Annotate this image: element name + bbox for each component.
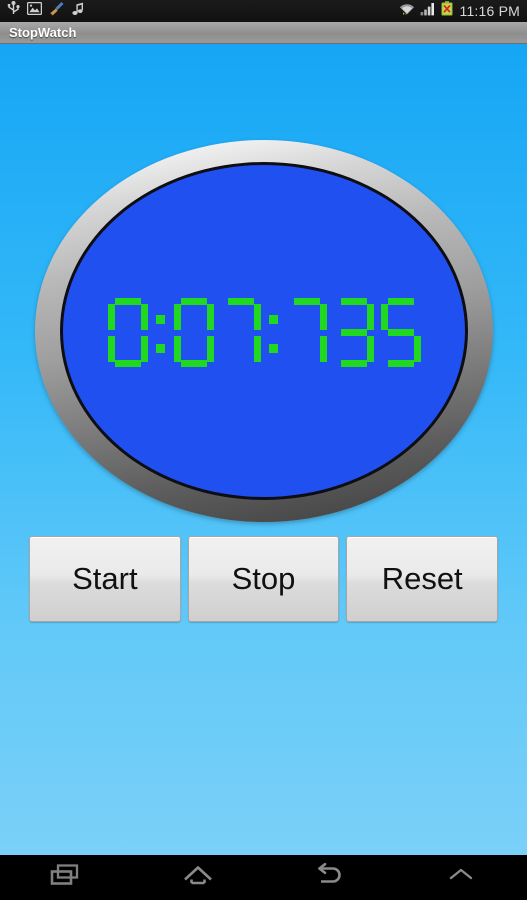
status-bar: 11:16 PM	[0, 0, 527, 22]
segment-f	[173, 304, 181, 330]
colon-dot-bottom	[155, 344, 165, 353]
chevron-up-icon	[444, 861, 478, 894]
segment-f	[287, 304, 294, 330]
segment-g	[294, 329, 320, 336]
recents-icon	[49, 861, 83, 894]
segment-g	[387, 329, 414, 336]
wifi-icon	[399, 1, 415, 21]
segment-d	[228, 360, 254, 367]
segment-c	[140, 336, 148, 362]
broom-cleaner-icon	[49, 1, 65, 21]
recents-button[interactable]	[0, 855, 132, 900]
status-bar-left-icons	[7, 1, 85, 21]
segment-b	[414, 304, 421, 330]
segment-f	[334, 304, 341, 330]
digit-minutes-tens	[173, 298, 214, 368]
segment-g	[340, 329, 367, 336]
action-bar: StopWatch	[0, 22, 527, 44]
segment-d	[340, 360, 367, 367]
segment-d	[294, 360, 320, 367]
digit-minutes-ones	[221, 298, 261, 368]
reset-button[interactable]: Reset	[346, 536, 499, 622]
segment-d	[387, 360, 414, 367]
segment-f	[221, 304, 228, 330]
back-button[interactable]	[264, 855, 396, 900]
colon-dot-top	[155, 315, 165, 324]
segment-d	[114, 360, 141, 367]
back-icon	[312, 861, 346, 894]
status-bar-clock: 11:16 PM	[459, 3, 520, 19]
segment-c	[319, 336, 327, 362]
start-button[interactable]: Start	[29, 536, 181, 622]
signal-bars-icon	[420, 2, 436, 21]
separator-colon-2	[268, 298, 280, 368]
segment-a	[387, 298, 414, 305]
segment-g	[115, 329, 141, 336]
segment-a	[340, 298, 367, 305]
segment-d	[180, 360, 207, 367]
segment-e	[221, 336, 228, 362]
colon-dot-bottom	[268, 344, 278, 353]
app-title: StopWatch	[9, 25, 77, 40]
digit-millis-hundreds	[287, 298, 327, 368]
music-note-icon	[72, 2, 85, 21]
home-button[interactable]	[132, 855, 264, 900]
colon-dot-top	[268, 315, 278, 324]
phone-screen: 11:16 PM StopWatch Start Stop Reset	[0, 0, 527, 900]
segment-a	[114, 298, 141, 305]
control-button-row: Start Stop Reset	[29, 536, 499, 622]
segment-a	[293, 298, 320, 305]
digit-millis-tens	[334, 298, 374, 368]
gallery-image-icon	[26, 1, 43, 20]
segment-b	[319, 304, 327, 330]
segment-a	[227, 298, 254, 305]
battery-icon	[440, 1, 453, 21]
segment-e	[334, 336, 341, 362]
segment-f	[107, 304, 115, 330]
segment-b	[206, 304, 214, 330]
segment-g	[181, 329, 207, 336]
segment-a	[180, 298, 207, 305]
segment-b	[253, 304, 261, 330]
segment-e	[173, 336, 181, 362]
segment-f	[380, 304, 388, 330]
segment-c	[366, 336, 374, 362]
expand-button[interactable]	[395, 855, 527, 900]
stopwatch-bezel	[35, 140, 493, 522]
home-icon	[181, 861, 215, 894]
stop-button[interactable]: Stop	[187, 536, 340, 622]
separator-colon-1	[155, 298, 167, 368]
usb-icon	[7, 1, 20, 21]
stopwatch-readout	[107, 298, 421, 368]
segment-b	[366, 304, 374, 330]
segment-b	[140, 304, 148, 330]
digit-millis-ones	[380, 298, 421, 368]
status-bar-right-icons: 11:16 PM	[399, 1, 521, 21]
segment-g	[228, 329, 254, 336]
segment-e	[287, 336, 294, 362]
segment-e	[381, 336, 388, 362]
stopwatch-face	[60, 162, 468, 500]
app-content: Start Stop Reset	[0, 44, 527, 855]
segment-c	[253, 336, 261, 362]
segment-e	[107, 336, 115, 362]
navigation-bar	[0, 855, 527, 900]
segment-c	[413, 336, 421, 362]
segment-c	[206, 336, 214, 362]
digit-hours	[107, 298, 148, 368]
